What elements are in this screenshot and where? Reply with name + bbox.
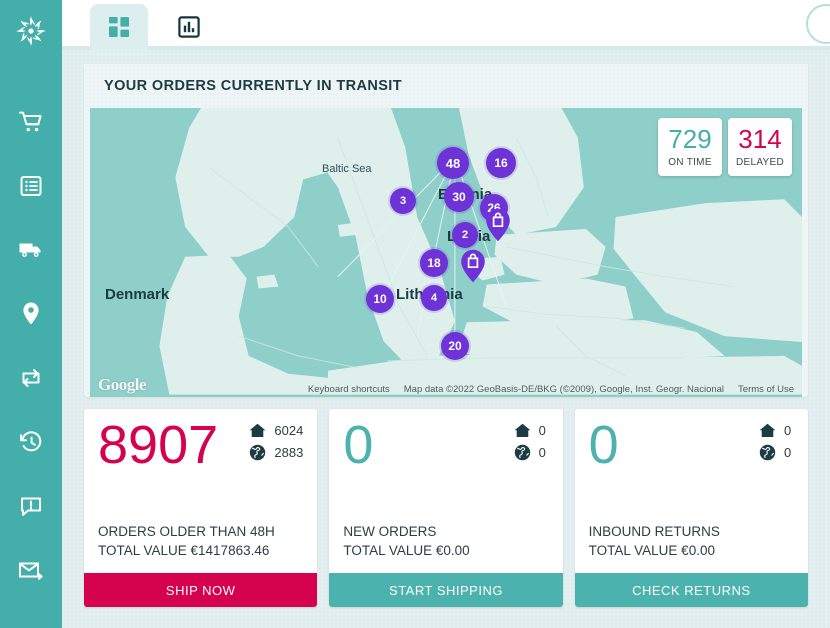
on-time-label: ON TIME (668, 157, 712, 168)
ship-now-button[interactable]: SHIP NOW (84, 573, 317, 607)
starburst-logo-icon (11, 11, 51, 51)
panel-title: YOUR ORDERS CURRENTLY IN TRANSIT (84, 64, 808, 108)
domestic-count: 0 (784, 423, 794, 438)
map-order-pin[interactable] (485, 208, 511, 242)
tab-dashboard[interactable] (90, 4, 148, 50)
status-badge-on-time[interactable]: 729 ON TIME (658, 118, 722, 176)
card-caption: NEW ORDERS TOTAL VALUE €0.00 (329, 522, 562, 573)
card-caption-line-2: TOTAL VALUE €0.00 (343, 541, 548, 561)
card-mini-stats: 0 0 (759, 423, 794, 461)
sidebar-item-messages[interactable] (0, 474, 62, 538)
international-count: 0 (539, 445, 549, 460)
map-pin-icon (21, 301, 41, 327)
card-caption: INBOUND RETURNS TOTAL VALUE €0.00 (575, 522, 808, 573)
international-stat: 0 (759, 444, 794, 461)
map-attribution: Keyboard shortcuts Map data ©2022 GeoBas… (90, 381, 802, 397)
sidebar-item-mail[interactable] (0, 538, 62, 602)
map-cluster-marker[interactable]: 4 (421, 285, 447, 311)
tab-reports[interactable] (160, 4, 218, 50)
delayed-label: DELAYED (736, 157, 784, 168)
home-icon (514, 423, 531, 438)
stat-cards: 8907 6024 (84, 409, 808, 607)
domestic-count: 6024 (274, 423, 303, 438)
on-time-count: 729 (668, 126, 711, 152)
transit-map-panel: YOUR ORDERS CURRENTLY IN TRANSIT (84, 64, 808, 397)
start-shipping-button[interactable]: START SHIPPING (329, 573, 562, 607)
main-sidebar (0, 0, 62, 628)
map-order-pin[interactable] (460, 249, 486, 283)
map-cluster-marker[interactable]: 20 (441, 332, 469, 360)
international-stat: 2883 (249, 444, 303, 461)
sidebar-item-tracking[interactable] (0, 282, 62, 346)
keyboard-shortcuts-link[interactable]: Keyboard shortcuts (308, 384, 390, 395)
sidebar-nav (0, 62, 62, 602)
sidebar-item-orders[interactable] (0, 90, 62, 154)
domestic-stat: 6024 (249, 423, 303, 438)
shopping-cart-icon (19, 110, 43, 134)
map-container[interactable]: Baltic Sea Denmark Estonia Latvia Lithua… (90, 108, 802, 397)
check-returns-button[interactable]: CHECK RETURNS (575, 573, 808, 607)
card-mini-stats: 0 0 (514, 423, 549, 461)
map-cluster-marker[interactable]: 48 (437, 147, 469, 179)
card-caption-line-1: NEW ORDERS (343, 522, 548, 542)
globe-icon (759, 444, 776, 461)
shopping-bag-pin-icon (485, 208, 511, 242)
sidebar-item-returns[interactable] (0, 346, 62, 410)
globe-icon (514, 444, 531, 461)
card-new-orders: 0 0 (329, 409, 562, 607)
home-icon (759, 423, 776, 438)
domestic-stat: 0 (759, 423, 794, 438)
card-caption-line-2: TOTAL VALUE €0.00 (589, 541, 794, 561)
delayed-count: 314 (738, 126, 781, 152)
bar-chart-icon (178, 16, 200, 38)
map-cluster-marker[interactable]: 2 (452, 222, 478, 248)
top-bar (62, 0, 830, 50)
sidebar-item-inventory[interactable] (0, 154, 62, 218)
home-icon (249, 423, 266, 438)
domestic-count: 0 (539, 423, 549, 438)
card-caption-line-1: ORDERS OLDER THAN 48H (98, 522, 303, 542)
international-stat: 0 (514, 444, 549, 461)
map-cluster-marker[interactable]: 18 (420, 249, 448, 277)
user-avatar[interactable] (806, 4, 830, 44)
card-caption-line-1: INBOUND RETURNS (589, 522, 794, 542)
card-mini-stats: 6024 2883 (249, 423, 303, 461)
sidebar-item-history[interactable] (0, 410, 62, 474)
shopping-bag-pin-icon (460, 249, 486, 283)
terms-of-use-link[interactable]: Terms of Use (738, 384, 794, 395)
dashboard-body: YOUR ORDERS CURRENTLY IN TRANSIT (62, 50, 830, 628)
app-root: YOUR ORDERS CURRENTLY IN TRANSIT (0, 0, 830, 628)
card-caption: ORDERS OLDER THAN 48H TOTAL VALUE €14178… (84, 522, 317, 573)
map-data-text: Map data ©2022 GeoBasis-DE/BKG (©2009), … (404, 384, 724, 395)
chat-alert-icon (19, 494, 43, 518)
map-cluster-marker[interactable]: 30 (444, 182, 474, 212)
international-count: 2883 (274, 445, 303, 460)
international-count: 0 (784, 445, 794, 460)
card-body: 0 0 (329, 409, 562, 522)
globe-icon (249, 444, 266, 461)
clipboard-list-icon (19, 174, 43, 198)
transit-status-badges: 729 ON TIME 314 DELAYED (658, 118, 792, 176)
main-column: YOUR ORDERS CURRENTLY IN TRANSIT (62, 0, 830, 628)
app-logo[interactable] (0, 0, 62, 62)
tab-bar (62, 0, 218, 50)
card-inbound-returns: 0 0 (575, 409, 808, 607)
dashboard-grid-icon (108, 16, 130, 38)
map-cluster-marker[interactable]: 10 (366, 285, 394, 313)
card-body: 8907 6024 (84, 409, 317, 522)
card-body: 0 0 (575, 409, 808, 522)
mail-forward-icon (18, 558, 44, 582)
truck-icon (18, 238, 44, 262)
history-clock-icon (19, 430, 43, 454)
map-cluster-marker[interactable]: 16 (486, 148, 516, 178)
card-caption-line-2: TOTAL VALUE €1417863.46 (98, 541, 303, 561)
status-badge-delayed[interactable]: 314 DELAYED (728, 118, 792, 176)
exchange-arrows-icon (19, 366, 43, 390)
sidebar-item-shipping[interactable] (0, 218, 62, 282)
map-cluster-marker[interactable]: 3 (390, 188, 416, 214)
card-orders-older-48h: 8907 6024 (84, 409, 317, 607)
domestic-stat: 0 (514, 423, 549, 438)
